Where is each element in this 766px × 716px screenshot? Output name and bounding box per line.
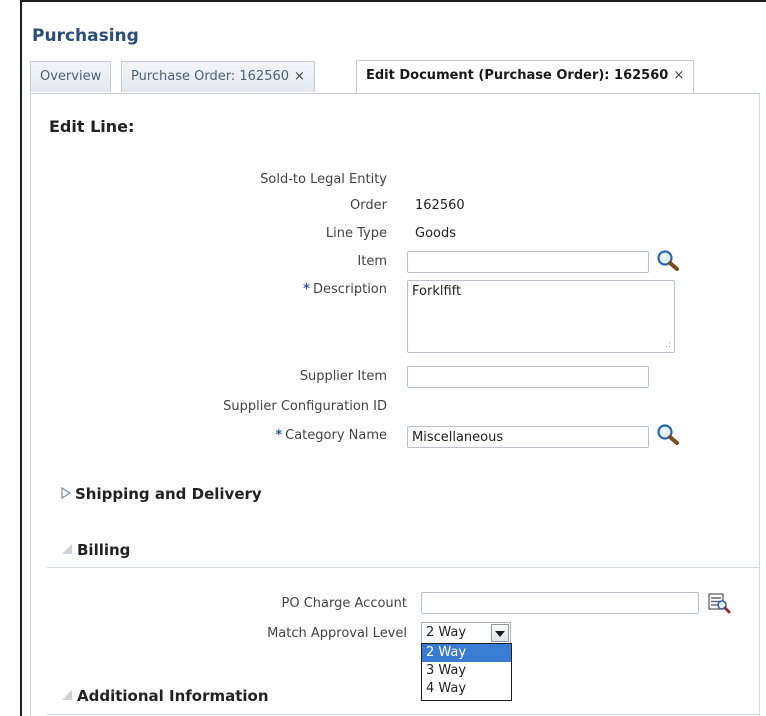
dropdown-option[interactable]: 4 Way (422, 680, 511, 698)
required-indicator: * (303, 282, 310, 297)
order-value: 162560 (415, 198, 465, 213)
search-icon[interactable] (655, 422, 681, 446)
shipping-delivery-title: Shipping and Delivery (75, 485, 262, 503)
supplier-item-input[interactable] (407, 366, 649, 388)
tab-purchase-order[interactable]: Purchase Order: 162560 × (121, 61, 315, 92)
close-icon[interactable]: × (294, 69, 305, 84)
category-name-input[interactable]: Miscellaneous (407, 426, 649, 448)
po-charge-account-label: PO Charge Account (281, 596, 407, 611)
billing-title: Billing (77, 541, 131, 559)
dropdown-option[interactable]: 3 Way (422, 662, 511, 680)
description-textarea[interactable]: Forklfift .: (407, 280, 675, 353)
line-type-value: Goods (415, 226, 457, 241)
tab-label: Overview (40, 69, 102, 84)
tab-label: Edit Document (Purchase Order): 162560 (366, 68, 669, 83)
supplier-configuration-id-label: Supplier Configuration ID (223, 399, 387, 414)
tab-bar: Overview Purchase Order: 162560 × Edit Do… (30, 59, 760, 94)
purchasing-app: Purchasing Overview Purchase Order: 1625… (22, 2, 766, 716)
match-approval-level-dropdown: 2 Way 3 Way 4 Way (421, 643, 512, 701)
match-approval-level-value: 2 Way (426, 625, 467, 640)
shipping-delivery-header[interactable]: Shipping and Delivery (61, 485, 262, 503)
tab-overview[interactable]: Overview (30, 61, 112, 92)
po-charge-account-input[interactable] (421, 592, 699, 614)
description-label: * Description (303, 282, 387, 297)
match-approval-level-label: Match Approval Level (267, 626, 407, 641)
item-label: Item (357, 254, 387, 269)
match-approval-level-select[interactable]: 2 Way (421, 622, 511, 644)
app-title: Purchasing (32, 26, 139, 46)
order-label: Order (350, 198, 387, 213)
item-input[interactable] (407, 251, 649, 273)
dropdown-button[interactable] (491, 624, 509, 642)
category-name-label: * Category Name (275, 428, 387, 443)
description-label-text: Description (312, 282, 387, 297)
supplier-item-label: Supplier Item (299, 369, 387, 384)
edit-document-panel: Edit Line: Sold-to Legal Entity Order 16… (30, 94, 760, 716)
resize-grip-icon[interactable]: .: (665, 341, 671, 350)
collapse-triangle-icon (62, 690, 72, 700)
edit-line-title: Edit Line: (49, 117, 135, 136)
tab-label: Purchase Order: 162560 (131, 69, 290, 84)
account-lookup-icon[interactable] (707, 591, 733, 615)
additional-information-title: Additional Information (77, 687, 269, 705)
chevron-down-icon (495, 631, 505, 637)
collapse-triangle-icon (62, 544, 72, 554)
category-name-label-text: Category Name (285, 428, 387, 443)
tab-edit-document[interactable]: Edit Document (Purchase Order): 162560 × (356, 60, 695, 93)
billing-divider (47, 567, 759, 568)
left-frame (0, 0, 22, 716)
description-value: Forklfift (412, 284, 462, 299)
dropdown-option[interactable]: 2 Way (422, 644, 511, 662)
required-indicator: * (275, 428, 283, 443)
additional-information-divider (47, 714, 759, 715)
billing-header[interactable]: Billing (61, 541, 130, 559)
line-type-label: Line Type (325, 226, 387, 241)
search-icon[interactable] (655, 248, 681, 272)
additional-information-header[interactable]: Additional Information (61, 687, 269, 705)
sold-to-legal-entity-label: Sold-to Legal Entity (260, 172, 387, 187)
expand-triangle-icon (61, 487, 71, 499)
close-icon[interactable]: × (673, 68, 684, 83)
